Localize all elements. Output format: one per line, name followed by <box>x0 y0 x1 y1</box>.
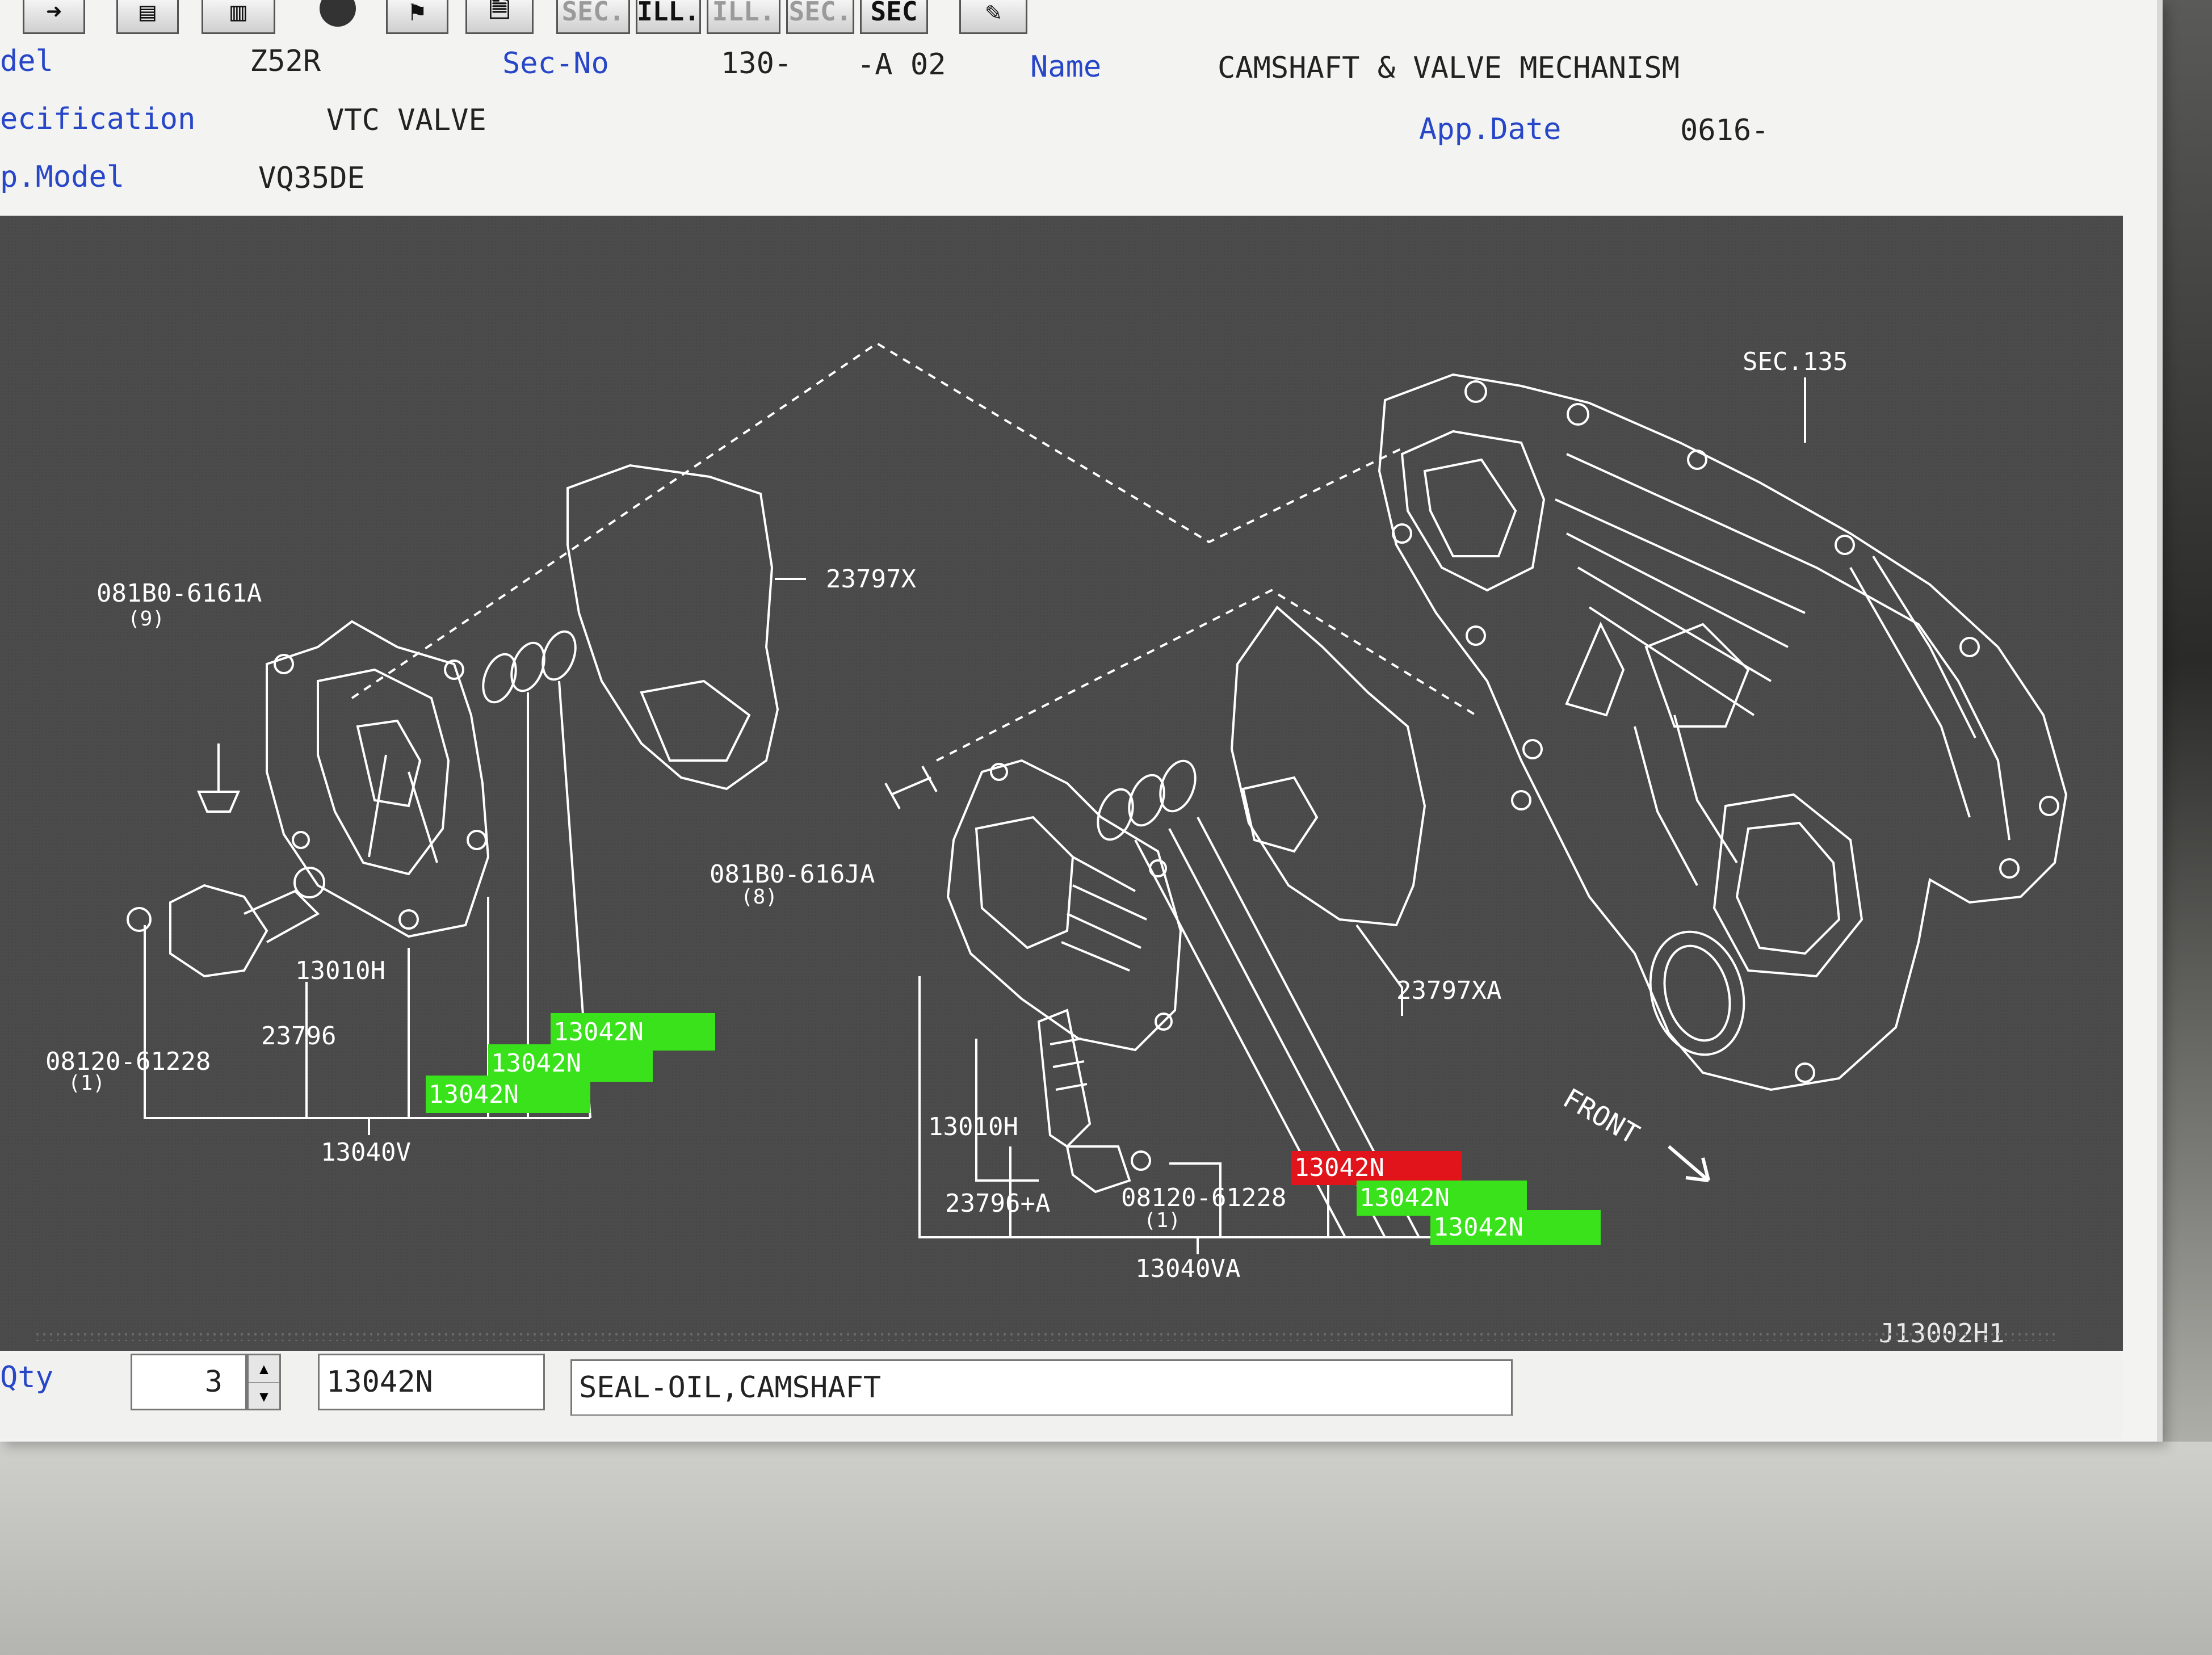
right-seal-label-2[interactable]: 13042N <box>1433 1213 1523 1242</box>
right-cover-assy-label[interactable]: 13040VA <box>1135 1254 1240 1283</box>
sec-ref-label[interactable]: SEC.135 <box>1743 347 1848 376</box>
right-valve-label[interactable]: 23796+A <box>945 1189 1050 1218</box>
spec-value: VTC VALVE <box>326 103 486 137</box>
left-vtc-cover <box>266 620 490 938</box>
disc-icon-shape <box>320 0 356 27</box>
right-vtc-cover <box>946 759 1182 1052</box>
appdate-label: App.Date <box>1419 112 1562 146</box>
left-seal-label-3[interactable]: 13042N <box>429 1080 519 1109</box>
right-gasket-label[interactable]: 23797XA <box>1396 976 1501 1005</box>
spec-label: ecification <box>0 102 196 136</box>
model-value: Z52R <box>250 44 321 78</box>
part-number-field[interactable]: 13042N <box>318 1354 545 1410</box>
qty-field[interactable]: 3 <box>131 1354 247 1410</box>
right-bolt-bottom-qty: (1) <box>1144 1209 1181 1232</box>
part-detail-bar: Qty 3 ▲ ▼ 13042N SEAL-OIL,CAMSHAFT <box>0 1354 2123 1439</box>
secno-label: Sec-No <box>502 47 609 81</box>
left-gasket-label[interactable]: 23797X <box>826 565 916 594</box>
disc-icon[interactable] <box>307 0 369 34</box>
assembly-line-lower <box>936 589 1477 762</box>
parts-catalog-window: ➜ ▤ ▥ ⚑ 🗎 SEC. ILL. ILL. SEC. SEC ✎ del … <box>0 0 2163 1442</box>
parts-diagram[interactable]: 081B0-6161A (9) 23797X 13010H 23796 0812… <box>0 216 2123 1351</box>
left-seal-label-2[interactable]: 13042N <box>491 1049 581 1078</box>
left-solenoid-label[interactable]: 13010H <box>295 956 385 985</box>
arrow-icon[interactable]: ➜ <box>23 0 85 34</box>
right-bolt-top-qty: (8) <box>741 885 778 909</box>
print-icon[interactable]: ▤ <box>116 0 179 34</box>
left-seal-label-1[interactable]: 13042N <box>553 1018 644 1047</box>
right-gasket <box>1230 606 1426 927</box>
right-bolt <box>884 766 938 809</box>
diagram-canvas: 081B0-6161A (9) 23797X 13010H 23796 0812… <box>45 342 2068 1349</box>
toolbar: ➜ ▤ ▥ ⚑ 🗎 SEC. ILL. ILL. SEC. SEC ✎ <box>0 0 1078 34</box>
name-label: Name <box>1030 50 1102 84</box>
secno-value: 130- <box>721 47 792 81</box>
front-label: FRONT <box>1558 1082 1644 1151</box>
left-bolt-top-qty: (9) <box>128 607 165 631</box>
right-solenoid <box>1037 1009 1151 1194</box>
left-bolt-bottom-qty: (1) <box>68 1072 105 1095</box>
right-solenoid-label[interactable]: 13010H <box>928 1112 1018 1141</box>
qty-down-icon[interactable]: ▼ <box>249 1382 279 1410</box>
name-value: CAMSHAFT & VALVE MECHANISM <box>1218 51 1680 85</box>
assembly-line-upper <box>351 342 1403 699</box>
sec-button[interactable]: SEC <box>860 0 928 34</box>
qty-label: Qty <box>0 1360 53 1394</box>
right-seal-label-1[interactable]: 13042N <box>1359 1183 1450 1212</box>
qty-stepper[interactable]: ▲ ▼ <box>247 1354 281 1410</box>
left-gasket <box>566 464 779 791</box>
sec-prev-button[interactable]: SEC. <box>556 0 630 34</box>
ill-prev-button[interactable]: ILL. <box>636 0 701 34</box>
ill-next-button[interactable]: ILL. <box>707 0 780 34</box>
sec-next-button[interactable]: SEC. <box>786 0 854 34</box>
qty-up-icon[interactable]: ▲ <box>249 1355 279 1382</box>
left-seal-ring-3 <box>542 630 577 681</box>
desk-background-bottom <box>0 1442 2212 1655</box>
tools-icon[interactable]: ✎ <box>959 0 1027 34</box>
engine-label: p.Model <box>0 160 125 194</box>
left-cover-assy-label[interactable]: 13040V <box>321 1138 411 1167</box>
right-seal-selected-label[interactable]: 13042N <box>1294 1153 1384 1182</box>
model-label: del <box>0 44 53 78</box>
divider <box>34 1331 2055 1341</box>
description-field[interactable]: SEAL-OIL,CAMSHAFT <box>570 1359 1513 1416</box>
front-arrow-icon <box>1668 1145 1710 1182</box>
left-bolt <box>196 744 241 813</box>
left-valve-label[interactable]: 23796 <box>261 1022 336 1051</box>
left-bolt-top-label[interactable]: 081B0-6161A <box>96 579 262 608</box>
document-icon[interactable]: 🗎 <box>465 0 534 34</box>
chart-icon[interactable]: ▥ <box>202 0 275 34</box>
right-bolt-top-label[interactable]: 081B0-616JA <box>710 860 875 889</box>
right-bolt-bottom-label[interactable]: 08120-61228 <box>1121 1183 1286 1212</box>
bookmark-icon[interactable]: ⚑ <box>386 0 448 34</box>
engine-value: VQ35DE <box>258 161 365 195</box>
appdate-value: 0616- <box>1680 114 1769 148</box>
secno-suffix: -A 02 <box>857 48 946 82</box>
